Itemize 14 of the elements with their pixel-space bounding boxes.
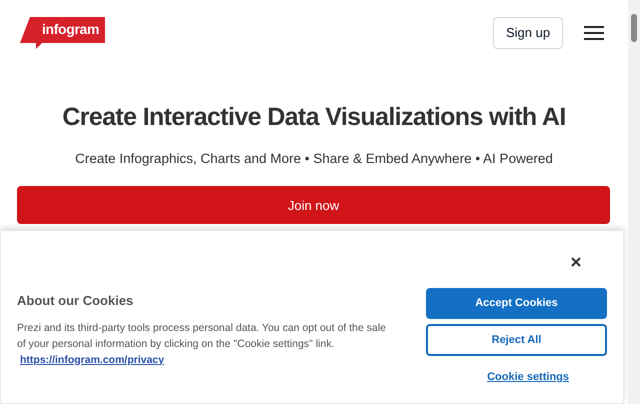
join-now-button[interactable]: Join now <box>17 186 610 224</box>
reject-all-button[interactable]: Reject All <box>426 324 607 356</box>
menu-icon[interactable] <box>584 26 604 40</box>
cookie-title: About our Cookies <box>17 292 134 310</box>
accept-cookies-button[interactable]: Accept Cookies <box>426 288 607 319</box>
subtitle: Create Infographics, Charts and More • Share & Embed Anywhere • AI Powered <box>74 150 554 168</box>
close-icon[interactable] <box>571 257 581 267</box>
sign-up-button[interactable]: Sign up <box>493 17 563 49</box>
logo[interactable]: infogram <box>20 17 105 49</box>
page-heading: Create Interactive Data Visualizations with AI <box>61 102 567 133</box>
privacy-link[interactable]: https://infogram.com/privacy <box>20 354 164 366</box>
scrollbar[interactable] <box>628 0 640 404</box>
cookie-settings-link[interactable]: Cookie settings <box>487 369 569 386</box>
cookie-description: Prezi and its third-party tools process personal data. You can opt out of the sale of your personal information by clicking on the "Cookie settings" link. https://infogram.com/privacy <box>17 320 387 368</box>
